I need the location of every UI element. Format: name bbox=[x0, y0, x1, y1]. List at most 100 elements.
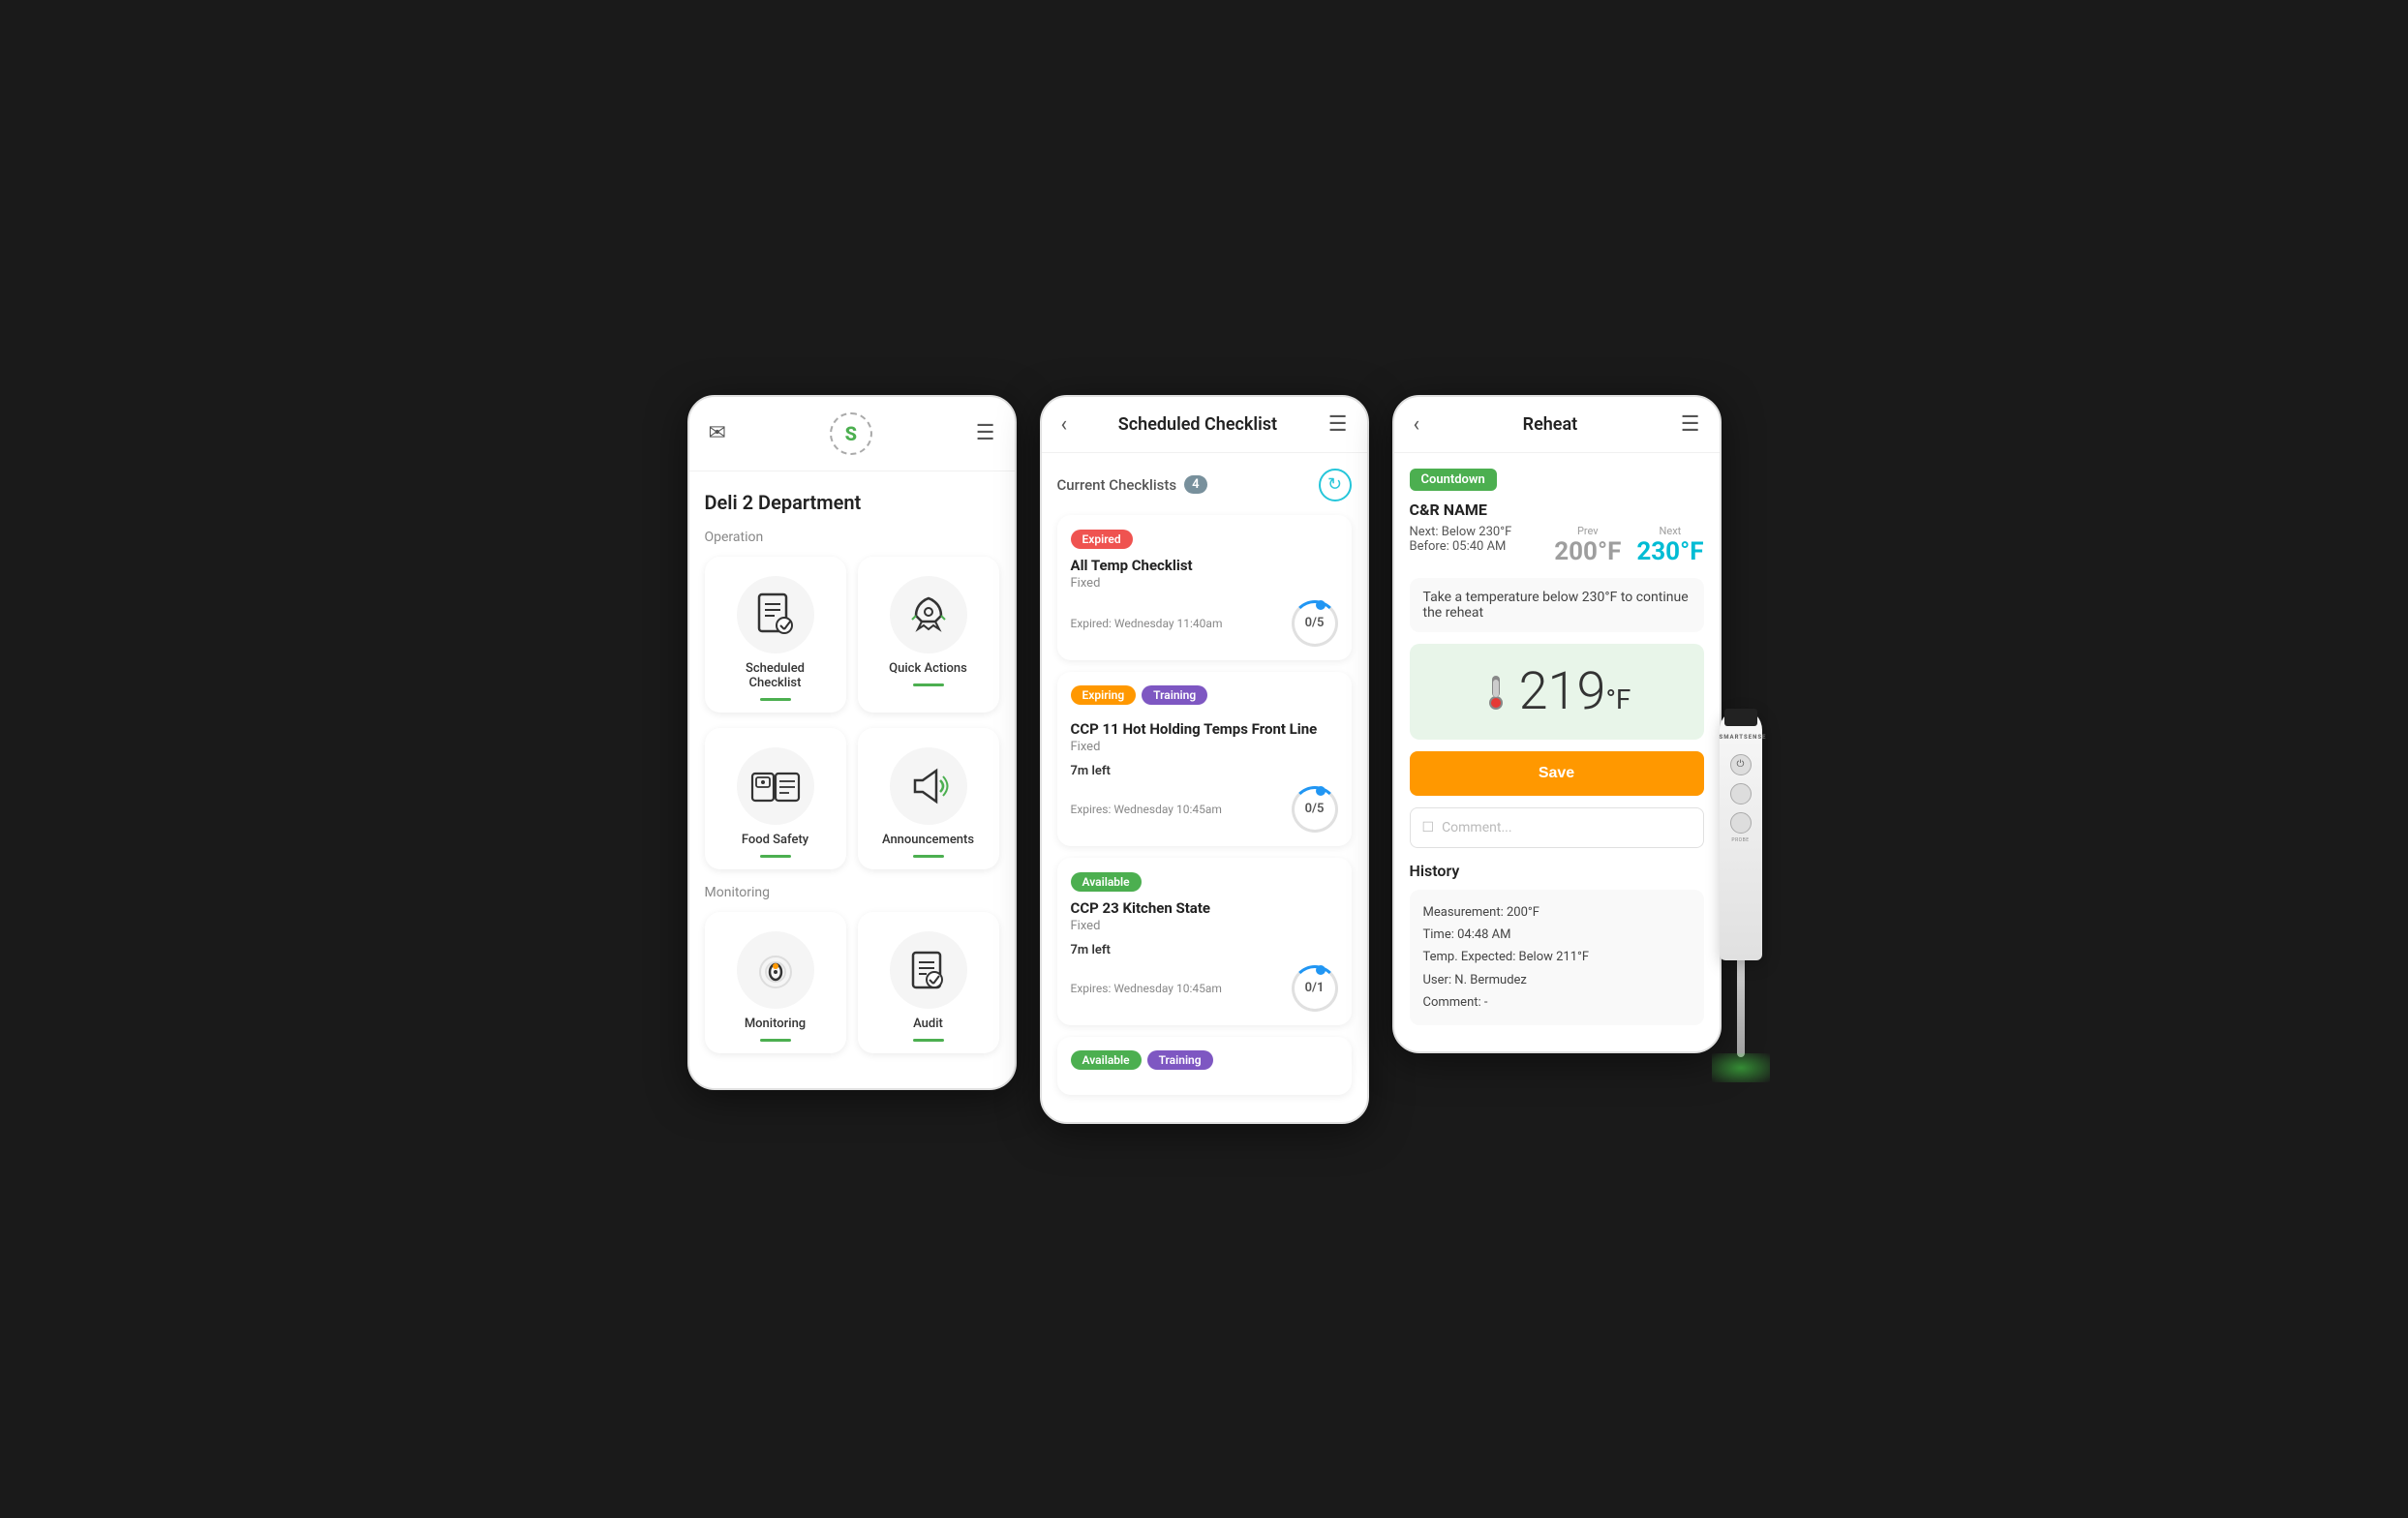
checklist-2-time: Expires: Wednesday 10:45am bbox=[1071, 803, 1222, 816]
audit-icon bbox=[905, 947, 952, 993]
screen3-container: ‹ Reheat ☰ Countdown C&R NAME Next: Belo… bbox=[1392, 395, 1722, 1053]
progress-dot-3 bbox=[1316, 965, 1326, 975]
expiring-badge: Expiring bbox=[1071, 685, 1137, 705]
progress-dot-2 bbox=[1316, 786, 1326, 796]
screen3-back-button[interactable]: ‹ bbox=[1414, 412, 1420, 437]
countdown-badge: Countdown bbox=[1410, 469, 1497, 491]
comment-box[interactable]: ☐ Comment... bbox=[1410, 807, 1704, 848]
current-temp-display: 219 °F bbox=[1519, 661, 1631, 722]
operation-grid2: Food Safety Announcements bbox=[705, 728, 999, 869]
temp-display: 219 °F bbox=[1410, 644, 1704, 740]
announcements-card[interactable]: Announcements bbox=[858, 728, 999, 869]
checklist-1-bottom: Expired: Wednesday 11:40am 0/5 bbox=[1071, 600, 1338, 647]
checklist-1-name: All Temp Checklist bbox=[1071, 557, 1338, 574]
audit-label: Audit bbox=[869, 1017, 988, 1031]
current-row: Current Checklists 4 ↻ bbox=[1057, 469, 1352, 501]
history-comment: Comment: - bbox=[1423, 991, 1691, 1014]
save-button[interactable]: Save bbox=[1410, 751, 1704, 796]
food-safety-icon-wrap bbox=[737, 747, 814, 825]
checklist-card-1[interactable]: Expired All Temp Checklist Fixed Expired… bbox=[1057, 515, 1352, 660]
operation-label: Operation bbox=[705, 530, 999, 545]
audit-card[interactable]: Audit bbox=[858, 912, 999, 1053]
checklist-2-name: CCP 11 Hot Holding Temps Front Line bbox=[1071, 720, 1338, 738]
scheduled-checklist-label: ScheduledChecklist bbox=[716, 661, 835, 690]
checklist-3-time-left: 7m left bbox=[1071, 943, 1338, 957]
checklist-2-bottom: Expires: Wednesday 10:45am 0/5 bbox=[1071, 786, 1338, 833]
monitoring-label: Monitoring bbox=[705, 885, 999, 900]
announcements-icon bbox=[905, 763, 952, 809]
comment-checkbox: ☐ bbox=[1422, 820, 1435, 835]
quick-actions-card[interactable]: Quick Actions bbox=[858, 557, 999, 713]
history-user: User: N. Bermudez bbox=[1423, 969, 1691, 991]
operation-grid: ScheduledChecklist Quick Actions bbox=[705, 557, 999, 713]
current-temp-unit: °F bbox=[1605, 683, 1631, 715]
audit-icon-wrap bbox=[890, 931, 967, 1009]
screen2-header: ‹ Scheduled Checklist ☰ bbox=[1042, 397, 1367, 453]
rocket-icon bbox=[904, 591, 953, 639]
badge-row-4: Available Training bbox=[1071, 1050, 1338, 1078]
checklist-card-4[interactable]: Available Training bbox=[1057, 1037, 1352, 1095]
announcements-icon-wrap bbox=[890, 747, 967, 825]
thermometer-icon bbox=[1482, 672, 1509, 711]
announcements-underline bbox=[913, 855, 944, 858]
checklist-1-type: Fixed bbox=[1071, 576, 1338, 591]
monitoring-card[interactable]: Monitoring bbox=[705, 912, 846, 1053]
history-expected: Temp. Expected: Below 211°F bbox=[1423, 946, 1691, 968]
screen2-title: Scheduled Checklist bbox=[1118, 414, 1277, 435]
checklist-2-progress: 0/5 bbox=[1292, 786, 1338, 833]
checklist-2-time-left: 7m left bbox=[1071, 764, 1338, 778]
quick-actions-label: Quick Actions bbox=[869, 661, 988, 676]
checklist-2-type: Fixed bbox=[1071, 740, 1338, 754]
department-title: Deli 2 Department bbox=[705, 491, 999, 514]
current-label: Current Checklists bbox=[1057, 476, 1177, 494]
checklist-card-3[interactable]: Available CCP 23 Kitchen State Fixed 7m … bbox=[1057, 858, 1352, 1025]
checklist-3-type: Fixed bbox=[1071, 919, 1338, 933]
monitoring-grid: Monitoring bbox=[705, 912, 999, 1053]
screen2-body: Current Checklists 4 ↻ Expired All Temp … bbox=[1042, 453, 1367, 1122]
audit-underline bbox=[913, 1039, 944, 1042]
screen3-body: Countdown C&R NAME Next: Below 230°F Bef… bbox=[1394, 453, 1720, 1042]
checklist-card-2[interactable]: Expiring Training CCP 11 Hot Holding Tem… bbox=[1057, 672, 1352, 846]
scheduled-checklist-underline bbox=[760, 698, 791, 701]
screen2-menu-icon[interactable]: ☰ bbox=[1328, 412, 1348, 437]
food-safety-label: Food Safety bbox=[716, 833, 835, 847]
before-time-label: Before: 05:40 AM bbox=[1410, 539, 1512, 554]
thermo-tip bbox=[1737, 960, 1745, 1057]
training-badge-1: Training bbox=[1142, 685, 1207, 705]
thermometer-device: SMARTSENSE ⏻ PROBE bbox=[1683, 699, 1799, 1082]
screen3-menu-icon[interactable]: ☰ bbox=[1681, 412, 1700, 437]
food-safety-icon bbox=[750, 766, 801, 806]
back-button[interactable]: ‹ bbox=[1061, 412, 1068, 437]
scheduled-checklist-card[interactable]: ScheduledChecklist bbox=[705, 557, 846, 713]
checklist-3-name: CCP 23 Kitchen State bbox=[1071, 899, 1338, 917]
logo-letter: S bbox=[845, 422, 857, 445]
thermo-brand-bottom: PROBE bbox=[1720, 837, 1762, 843]
refresh-button[interactable]: ↻ bbox=[1319, 469, 1352, 501]
checklist-1-time: Expired: Wednesday 11:40am bbox=[1071, 617, 1223, 630]
screen3-phone: ‹ Reheat ☰ Countdown C&R NAME Next: Belo… bbox=[1392, 395, 1722, 1053]
available-badge-1: Available bbox=[1071, 872, 1142, 892]
comment-placeholder: Comment... bbox=[1442, 820, 1511, 835]
next-label: Next bbox=[1636, 525, 1703, 537]
checklist-3-progress: 0/1 bbox=[1292, 965, 1338, 1012]
mail-icon[interactable]: ✉ bbox=[709, 421, 726, 445]
screen1-header: ✉ S ☰ bbox=[689, 397, 1015, 471]
thermo-screen bbox=[1724, 709, 1757, 726]
prev-label: Prev bbox=[1554, 525, 1621, 537]
sensor-icon bbox=[752, 947, 799, 993]
prev-temp-col: Prev 200°F bbox=[1554, 525, 1621, 566]
food-safety-underline bbox=[760, 855, 791, 858]
available-badge-2: Available bbox=[1071, 1050, 1142, 1070]
instruction-text: Take a temperature below 230°F to contin… bbox=[1423, 590, 1689, 621]
btn2 bbox=[1730, 783, 1752, 805]
checklist-3-time: Expires: Wednesday 10:45am bbox=[1071, 982, 1222, 995]
power-btn: ⏻ bbox=[1730, 754, 1752, 775]
food-safety-card[interactable]: Food Safety bbox=[705, 728, 846, 869]
temp-info-left: Next: Below 230°F Before: 05:40 AM bbox=[1410, 525, 1512, 554]
next-temp-col: Next 230°F bbox=[1636, 525, 1703, 566]
next-temp-value: 230°F bbox=[1636, 537, 1703, 566]
hamburger-icon[interactable]: ☰ bbox=[976, 421, 995, 445]
history-time: Time: 04:48 AM bbox=[1423, 924, 1691, 946]
temp-columns: Prev 200°F Next 230°F bbox=[1554, 525, 1703, 566]
screen3-header: ‹ Reheat ☰ bbox=[1394, 397, 1720, 453]
